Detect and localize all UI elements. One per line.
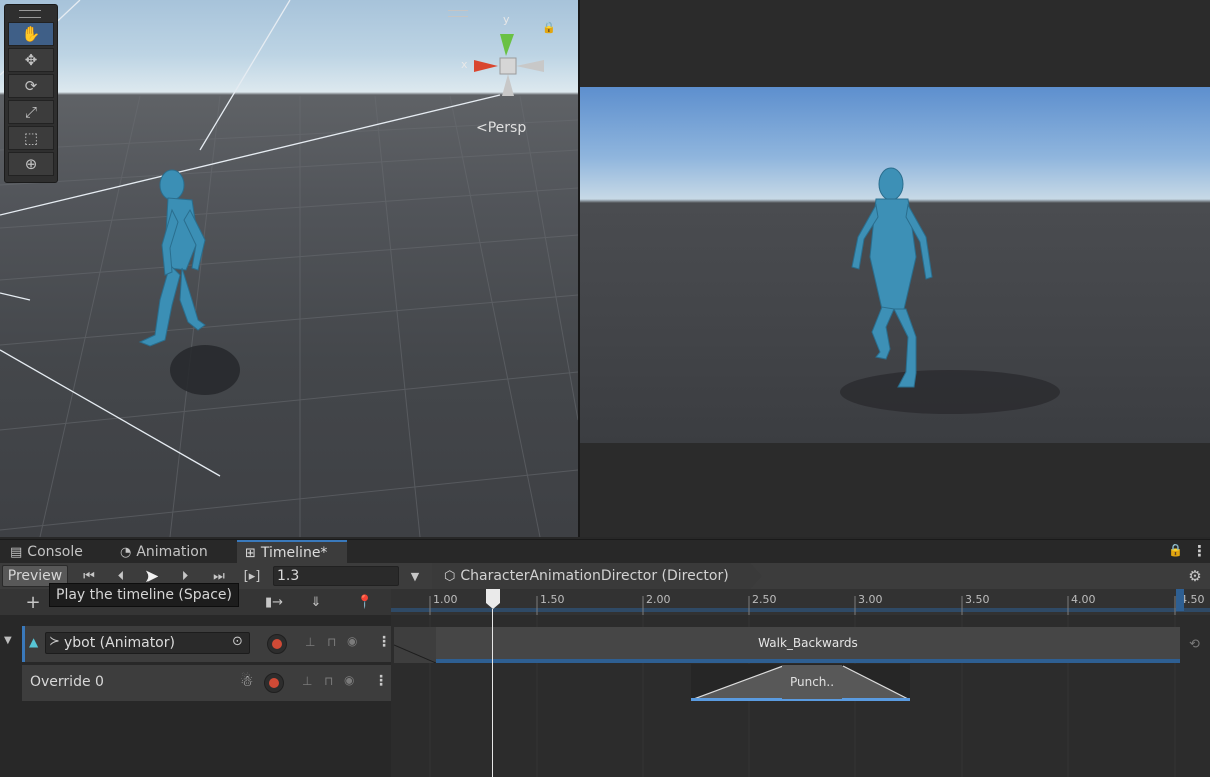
cube-icon: ⬡ <box>444 568 456 584</box>
animation-track-icon: ▲ <box>29 635 39 649</box>
game-render <box>580 87 1210 443</box>
scale-tool[interactable]: ⤢ <box>8 100 54 124</box>
ruler-tick-label: 2.00 <box>646 593 671 606</box>
hand-icon: ✋ <box>21 25 41 43</box>
time-format-dropdown-icon[interactable]: ▼ <box>406 565 424 587</box>
eye-icon[interactable]: ◉ <box>344 673 354 687</box>
gizmo-x-label: x <box>461 58 468 71</box>
loop-icon[interactable]: ⟲ <box>1189 637 1200 652</box>
clip-punch-label: Punch.. <box>782 665 842 699</box>
game-view <box>580 0 1210 537</box>
scene-view[interactable]: ✋ ✥ ⟳ ⤢ ⬚ ⊕ 🔒 y x <Persp <box>0 0 578 537</box>
mouse-cursor-icon: ➤ <box>144 566 160 587</box>
track-headers: ▼ ▲ ≻ ybot (Animator) ⊙ ⊥ ⊓ ◉ ⋮ Override… <box>0 615 391 777</box>
rect-icon: ⬚ <box>23 129 39 147</box>
ruler-tick-label: 1.00 <box>433 593 458 606</box>
projection-label[interactable]: <Persp <box>476 120 526 136</box>
panel-tab-bar: ▤ Console ◔ Animation ⊞ Timeline* 🔒 ⋮ <box>0 539 1210 564</box>
lock-icon[interactable]: ⊓ <box>327 635 336 649</box>
add-track-icon[interactable]: + <box>22 591 44 613</box>
clip-blend-in[interactable] <box>393 627 437 664</box>
avatar-mask-icon[interactable]: ☃ <box>240 672 253 690</box>
animator-icon: ≻ <box>49 634 60 649</box>
tab-label: Animation <box>136 544 208 560</box>
pin-icon[interactable]: 📍 <box>354 591 376 613</box>
override-track-label: Override 0 <box>30 674 104 690</box>
palette-grip[interactable] <box>19 10 41 18</box>
ripple-icon[interactable]: ⇓ <box>302 591 330 613</box>
ruler-tick-label: 3.00 <box>858 593 883 606</box>
gizmo-y-axis <box>500 34 514 56</box>
rotate-tool[interactable]: ⟳ <box>8 74 54 98</box>
lock-icon[interactable]: ⊓ <box>324 674 333 688</box>
animator-binding-label: ybot (Animator) <box>64 635 175 651</box>
orientation-gizmo[interactable]: y x <box>458 14 550 100</box>
director-label: CharacterAnimationDirector (Director) <box>460 568 729 584</box>
pin-icon[interactable]: ⊥ <box>302 674 312 688</box>
character-model <box>138 169 206 347</box>
snap-icon[interactable]: ▮→ <box>262 591 286 613</box>
move-icon: ✥ <box>24 51 38 69</box>
track-menu-icon[interactable]: ⋮ <box>374 673 388 689</box>
record-button[interactable] <box>264 673 284 693</box>
rect-tool[interactable]: ⬚ <box>8 126 54 150</box>
transform-icon: ⊕ <box>24 155 38 173</box>
record-button[interactable] <box>267 634 287 654</box>
current-time-field[interactable]: 1.3 <box>273 566 399 586</box>
hand-tool[interactable]: ✋ <box>8 22 54 46</box>
transform-tool[interactable]: ⊕ <box>8 152 54 176</box>
animator-binding-field[interactable]: ≻ ybot (Animator) ⊙ <box>45 632 250 654</box>
play-range-icon[interactable]: [▸] <box>240 565 264 587</box>
eye-icon[interactable]: ◉ <box>347 634 357 648</box>
ruler-tick-label: 3.50 <box>965 593 990 606</box>
clip-walk-backwards[interactable]: Walk_Backwards <box>436 627 1180 663</box>
scene-tools-palette: ✋ ✥ ⟳ ⤢ ⬚ ⊕ <box>4 4 58 183</box>
ruler-tick-label: 2.50 <box>752 593 777 606</box>
gizmo-y-label: y <box>503 14 510 26</box>
object-picker-icon[interactable]: ⊙ <box>232 634 243 649</box>
move-tool[interactable]: ✥ <box>8 48 54 72</box>
animation-icon: ◔ <box>120 544 132 560</box>
playhead-line <box>492 609 493 777</box>
rotate-icon: ⟳ <box>24 77 38 95</box>
collapse-arrow-icon[interactable]: ▼ <box>4 635 12 646</box>
director-breadcrumb[interactable]: ⬡ CharacterAnimationDirector (Director) <box>432 563 762 589</box>
ruler-tick-label: 1.50 <box>540 593 565 606</box>
console-icon: ▤ <box>10 544 23 560</box>
tab-animation[interactable]: ◔ Animation <box>112 540 236 564</box>
timeline-icon: ⊞ <box>245 545 256 561</box>
lock-icon[interactable]: 🔒 <box>1168 543 1183 557</box>
track-menu-icon[interactable]: ⋮ <box>377 634 391 650</box>
time-ruler[interactable]: 1.00 1.50 2.00 2.50 3.00 3.50 4.00 4.50 <box>391 589 1210 615</box>
tab-label: Console <box>27 544 83 560</box>
gizmo-x-axis <box>474 60 498 72</box>
track-header-override[interactable]: Override 0 ☃ ⊥ ⊓ ◉ ⋮ <box>22 665 391 701</box>
ruler-tick-label: 4.00 <box>1071 593 1096 606</box>
tab-label: Timeline* <box>260 545 328 561</box>
tab-console[interactable]: ▤ Console <box>2 540 110 564</box>
tab-timeline[interactable]: ⊞ Timeline* <box>237 540 347 564</box>
game-character-model <box>851 167 933 388</box>
panel-menu-icon[interactable]: ⋮ <box>1192 542 1207 560</box>
track-header-animator[interactable]: ▲ ≻ ybot (Animator) ⊙ ⊥ ⊓ ◉ ⋮ <box>22 626 391 662</box>
pin-icon[interactable]: ⊥ <box>305 635 315 649</box>
timeline-end-marker[interactable] <box>1176 589 1184 611</box>
scale-icon: ⤢ <box>24 103 37 121</box>
settings-gear-icon[interactable]: ⚙ <box>1184 565 1206 587</box>
